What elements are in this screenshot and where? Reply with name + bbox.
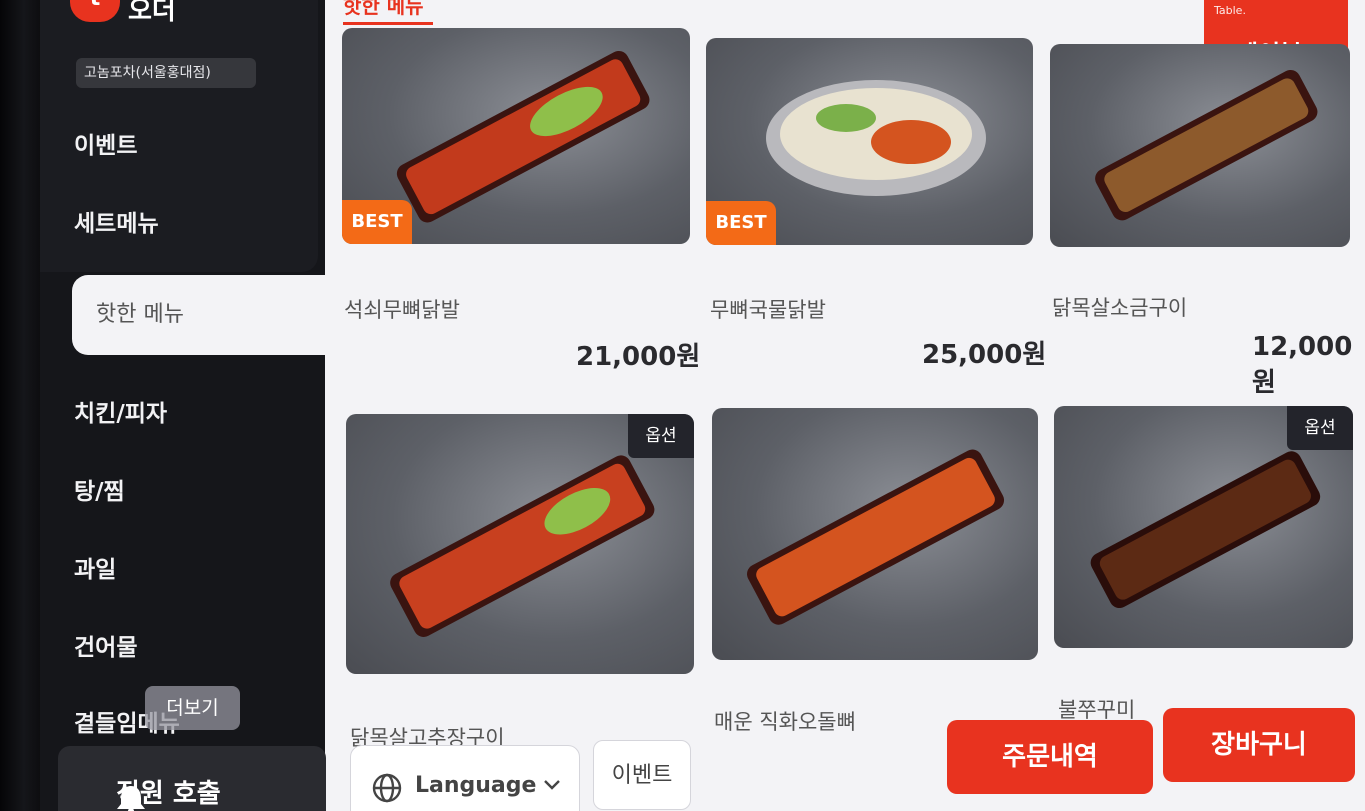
menu-item-image[interactable] [1050, 44, 1350, 247]
sidebar-item-event[interactable]: 이벤트 [74, 126, 137, 160]
menu-item-image[interactable]: 옵션 [346, 414, 694, 674]
event-button[interactable]: 이벤트 [593, 740, 691, 810]
menu-item-name: 닭목살소금구이 [1052, 296, 1188, 320]
sidebar-item-hot-menu[interactable]: 핫한 메뉴 [72, 275, 332, 355]
sidebar-item-chicken-pizza[interactable]: 치킨/피자 [74, 394, 167, 428]
menu-item-image[interactable]: BEST [706, 38, 1033, 245]
sidebar-item-fruit[interactable]: 과일 [74, 550, 116, 584]
staff-call-button[interactable]: 직원 호출 [58, 746, 326, 811]
store-name: 고놈포차(서울홍대점) [76, 58, 256, 88]
language-selector[interactable]: Language [350, 745, 580, 811]
food-photo-icon [747, 449, 1005, 625]
cart-button[interactable]: 장바구니 [1163, 708, 1355, 782]
bell-icon [117, 786, 145, 811]
menu-item-price: 21,000원 [576, 342, 701, 372]
food-photo-icon [1095, 69, 1318, 221]
best-badge: BEST [706, 201, 776, 245]
sidebar-item-stew[interactable]: 탕/찜 [74, 472, 125, 506]
sidebar-item-dried-snacks[interactable]: 건어물 [74, 628, 137, 662]
menu-item-name: 석쇠무뼈닭발 [344, 298, 460, 322]
option-badge: 옵션 [1287, 406, 1353, 450]
menu-item-name: 무뼈국물닭발 [710, 298, 826, 322]
menu-item-price: 12,000원 [1252, 332, 1353, 398]
menu-item-image[interactable] [712, 408, 1038, 660]
menu-item-name: 매운 직화오돌뼈 [714, 710, 856, 734]
table-badge-caption: Table. [1214, 4, 1246, 17]
section-title: 핫한 메뉴 [343, 0, 424, 18]
option-badge: 옵션 [628, 414, 694, 458]
best-badge: BEST [342, 200, 412, 244]
menu-item-image[interactable]: BEST [342, 28, 690, 244]
language-label: Language [415, 773, 537, 798]
order-history-button[interactable]: 주문내역 [947, 720, 1153, 794]
device-bezel [0, 0, 40, 811]
globe-icon [372, 773, 402, 803]
menu-item-image[interactable]: 옵션 [1054, 406, 1353, 648]
sidebar-item-set-menu[interactable]: 세트메뉴 [74, 204, 159, 238]
chevron-down-icon [544, 780, 560, 790]
more-button[interactable]: 더보기 [145, 686, 240, 730]
kiosk-screen: t 오더 고놈포차(서울홍대점) 이벤트 세트메뉴 핫한 메뉴 치킨/피자 탕/… [0, 0, 1365, 811]
section-underline [343, 22, 433, 25]
menu-item-price: 25,000원 [922, 340, 1047, 370]
brand-logo-text: 오더 [128, 0, 176, 26]
